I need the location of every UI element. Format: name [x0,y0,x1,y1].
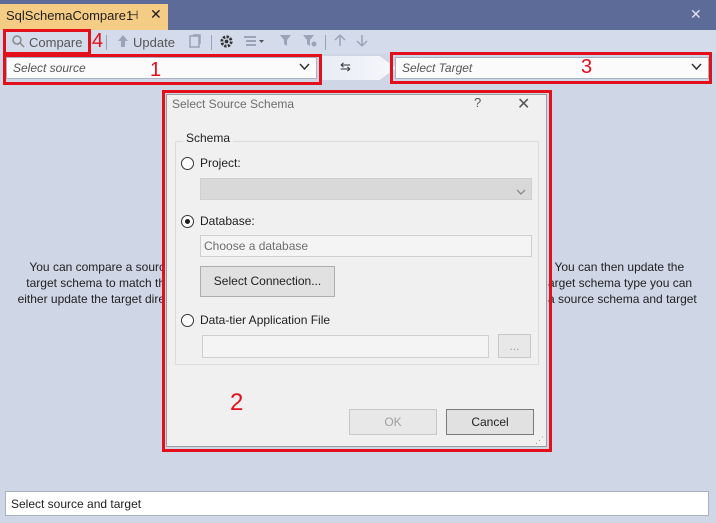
annotation-box-3 [390,52,712,84]
annotation-number-4: 4 [92,30,104,52]
toolbar: Compare Update [0,30,716,54]
gear-icon [219,34,234,52]
intro-line: either update the target dire [17,292,165,306]
group-results-icon [243,34,265,51]
annotation-number-2: 2 [230,389,244,416]
arrow-up-icon [334,34,346,50]
intro-message-left: You can compare a sourc target schema to… [10,259,165,307]
annotation-number-1: 1 [150,59,162,81]
toolbar-separator [325,35,326,50]
arrow-down-icon [356,34,368,50]
close-icon[interactable]: ✕ [150,6,162,23]
generate-script-icon [188,34,202,51]
clear-filter-icon [302,34,317,50]
direction-arrow [322,56,396,80]
filter-button[interactable] [279,34,292,50]
annotation-number-3: 3 [581,56,593,78]
document-tab-title: SqlSchemaCompare1 [6,8,134,23]
update-label: Update [133,35,175,50]
generate-script-button[interactable] [188,34,202,51]
intro-line: arget schema type you can [548,276,693,290]
intro-message-right: . You can then update the arget schema t… [548,259,708,307]
intro-line: . You can then update the [548,260,685,274]
update-arrow-icon [117,34,129,51]
toolbar-separator [211,35,212,50]
annotation-box-2 [162,90,552,452]
swap-arrows-icon[interactable]: ⇆ [340,59,351,75]
intro-line: target schema to match th [26,276,165,290]
toolbar-separator [106,35,107,50]
status-text: Select source and target [11,497,142,511]
previous-change-button[interactable] [334,34,346,50]
pin-icon[interactable]: ⊣ [128,8,138,22]
next-change-button[interactable] [356,34,368,50]
options-button[interactable] [219,34,234,52]
status-bar: Select source and target [5,491,709,516]
group-results-button[interactable] [243,34,265,51]
tab-list-dropdown-icon[interactable]: ✕ [690,6,702,23]
filter-icon [279,34,292,50]
annotation-box-1 [3,54,322,85]
clear-filter-button[interactable] [302,34,317,50]
update-button[interactable]: Update [117,34,175,51]
document-tab[interactable]: SqlSchemaCompare1 ⊣ ✕ [0,4,168,30]
intro-line: You can compare a sourc [29,260,165,274]
annotation-box-4 [3,29,91,55]
intro-line: a source schema and target [548,292,697,306]
